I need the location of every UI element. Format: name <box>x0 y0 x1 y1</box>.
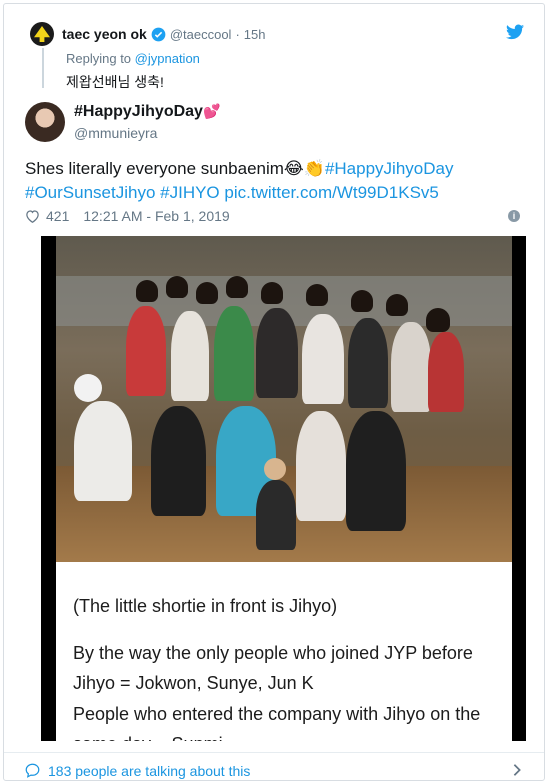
quoted-author-handle[interactable]: @mmunieyra <box>74 125 157 141</box>
caption-line: (The little shortie in front is Jihyo) <box>73 596 338 616</box>
photo-person <box>302 314 344 404</box>
photo-person <box>306 284 328 306</box>
photo-person <box>428 332 464 412</box>
photo-person <box>214 306 254 401</box>
chat-bubble-icon <box>25 763 40 778</box>
hashtag-link[interactable]: #OurSunsetJihyo <box>25 183 155 202</box>
photo-person <box>256 480 296 550</box>
photo-person <box>264 458 286 480</box>
talking-about-row[interactable]: 183 people are talking about this <box>4 752 544 780</box>
reply-text: 제왑선배님 생축! <box>66 74 164 90</box>
media-screenshot: (The little shortie in front is Jihyo) B… <box>56 236 512 741</box>
photo-person <box>348 318 388 408</box>
talking-about-link[interactable]: 183 people are talking about this <box>48 763 250 779</box>
thread-line <box>42 48 44 88</box>
tweet-header: taec yeon ok @taeccool · 15h <box>30 22 266 46</box>
caption-line: By the way the only people who joined JY… <box>73 643 473 663</box>
photo-person <box>171 311 209 401</box>
photo-person <box>426 308 450 332</box>
photo-person <box>256 308 298 398</box>
photo-person <box>346 411 406 531</box>
photo-person <box>74 401 132 501</box>
photo-person <box>196 282 218 304</box>
tweet-text: Shes literally everyone sunbaenim😂👏#Happ… <box>25 157 525 205</box>
photo-person <box>386 294 408 316</box>
photo-person <box>74 374 102 402</box>
separator-dot: · <box>235 26 240 42</box>
avatar-logo <box>34 26 50 42</box>
heart-emoji: 💕 <box>202 103 221 119</box>
caption-line: Jihyo = Jokwon, Sunye, Jun K <box>73 673 314 693</box>
photo-person <box>261 282 283 304</box>
photo-person <box>166 276 188 298</box>
avatar[interactable] <box>30 22 54 46</box>
caption-line: People who entered the company with Jihy… <box>73 704 481 724</box>
info-icon[interactable]: i <box>508 210 520 222</box>
quoted-avatar[interactable] <box>25 102 65 142</box>
tweet-card: taec yeon ok @taeccool · 15h Replying to… <box>3 3 545 781</box>
tweet-timestamp[interactable]: 12:21 AM - Feb 1, 2019 <box>83 208 229 224</box>
replying-prefix: Replying to <box>66 51 132 66</box>
author-name[interactable]: taec yeon ok <box>62 26 147 42</box>
replying-to: Replying to @jypnation <box>66 51 200 66</box>
author-handle[interactable]: @taeccool <box>170 27 232 42</box>
quoted-author-name[interactable]: #HappyJihyoDay💕 <box>74 103 220 121</box>
hashtag-link[interactable]: #JIHYO <box>160 183 220 202</box>
like-count[interactable]: 421 <box>46 208 69 224</box>
tweet-meta: 421 12:21 AM - Feb 1, 2019 <box>25 208 230 224</box>
caption-line: same day = Sunmi <box>73 731 223 741</box>
twitter-bird-icon[interactable] <box>506 24 524 40</box>
verified-badge-icon <box>151 27 166 42</box>
photo-person <box>226 276 248 298</box>
quoted-name-text: #HappyJihyoDay <box>74 103 203 120</box>
photo-person <box>126 306 166 396</box>
tweet-emojis: 😂👏 <box>283 159 325 178</box>
photo-person <box>296 411 346 521</box>
pic-link[interactable]: pic.twitter.com/Wt99D1KSv5 <box>224 183 438 202</box>
replying-to-link[interactable]: @jypnation <box>135 51 200 66</box>
heart-icon[interactable] <box>25 209 40 223</box>
photo-person <box>151 406 206 516</box>
tweet-text-plain: Shes literally everyone sunbaenim <box>25 159 284 178</box>
photo-person <box>136 280 158 302</box>
group-photo <box>56 236 512 562</box>
photo-person <box>391 322 431 412</box>
photo-person <box>351 290 373 312</box>
chevron-right-icon[interactable] <box>512 763 522 777</box>
hashtag-link[interactable]: #HappyJihyoDay <box>325 159 454 178</box>
tweet-time[interactable]: 15h <box>244 27 266 42</box>
tweet-media[interactable]: (The little shortie in front is Jihyo) B… <box>41 236 526 741</box>
